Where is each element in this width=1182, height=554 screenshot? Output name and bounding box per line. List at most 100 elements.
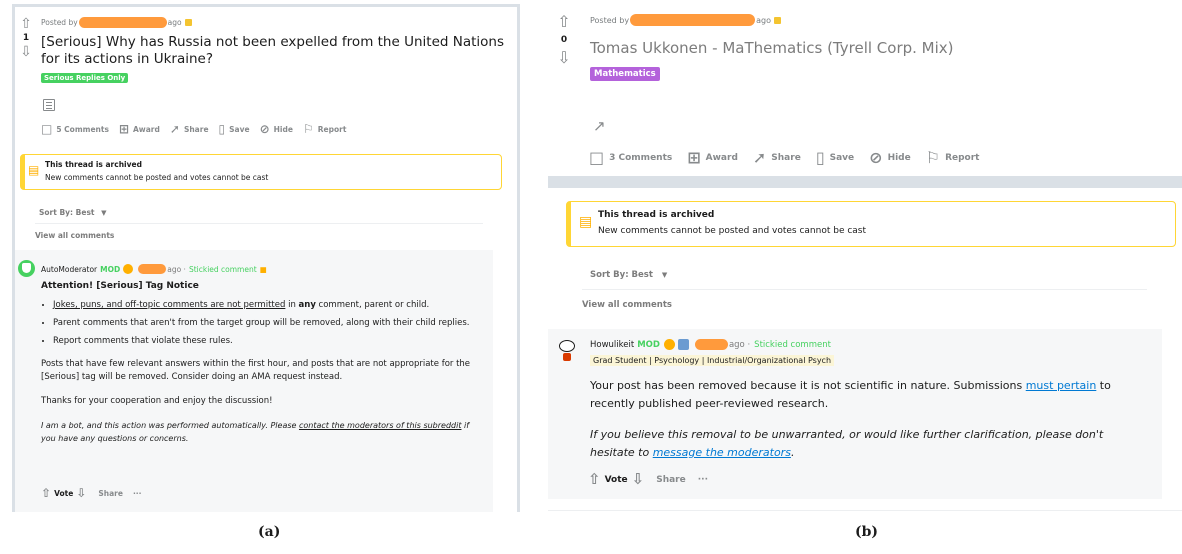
shield-icon: [22, 263, 31, 273]
gift-icon: ⊞: [687, 148, 701, 167]
caret-down-icon: ▼: [661, 271, 668, 279]
list-item: Parent comments that aren't from the tar…: [53, 317, 486, 330]
emoji-flair-icon: [663, 339, 675, 350]
bot-disclaimer: I am a bot, and this action was performe…: [41, 421, 470, 443]
upvote-icon[interactable]: ⇧: [557, 14, 570, 30]
archived-subtitle: New comments cannot be posted and votes …: [598, 226, 867, 236]
sort-dropdown[interactable]: Sort By: Best ▼: [590, 270, 667, 280]
comment-header: Howulikeit MOD ago · Stickied comment: [590, 339, 831, 350]
eye-slash-icon: ⊘: [869, 148, 883, 167]
comment-time: ago ·: [728, 339, 751, 350]
post-panel-a: ⇧ 1 ⇩ Posted by ago [Serious] Why has Ru…: [12, 4, 520, 512]
sort-divider: [582, 289, 1147, 290]
share-button[interactable]: ➚ Share: [753, 148, 801, 167]
message-moderators-link[interactable]: message the moderators: [653, 446, 791, 459]
mod-badge: MOD: [637, 339, 660, 350]
post-score: 1: [22, 33, 30, 43]
list-item: Report comments that violate these rules…: [53, 335, 486, 348]
flag-icon: ⚐: [302, 122, 314, 136]
award-badge-icon: [184, 19, 192, 26]
view-all-comments-link[interactable]: View all comments: [582, 300, 672, 310]
automod-avatar[interactable]: [18, 260, 35, 277]
post-actions: □ 3 Comments ⊞ Award ➚ Share ▯ Save ⊘ Hide ⚐ R…: [589, 148, 979, 167]
archived-notice: ▤ This thread is archived New comments c…: [566, 201, 1176, 247]
upvote-icon[interactable]: ⇧: [41, 487, 51, 499]
view-all-comments-link[interactable]: View all comments: [35, 231, 114, 240]
comment-bubble-icon: □: [41, 122, 53, 136]
comment-heading: Attention! [Serious] Tag Notice: [41, 281, 199, 291]
downvote-icon[interactable]: ⇩: [20, 45, 32, 59]
post-flair[interactable]: Mathematics: [590, 67, 660, 81]
post-vote-column: ⇧ 1 ⇩: [17, 17, 35, 59]
text-post-icon[interactable]: [43, 99, 55, 111]
sort-divider: [35, 223, 483, 224]
stickied-comment: Howulikeit MOD ago · Stickied comment Gr…: [548, 329, 1162, 499]
comments-button[interactable]: □ 5 Comments: [41, 122, 109, 136]
report-button[interactable]: ⚐ Report: [303, 122, 346, 136]
snoo-avatar[interactable]: [556, 337, 578, 361]
upvote-icon[interactable]: ⇧: [588, 472, 601, 487]
post-score: 0: [560, 35, 568, 45]
vote-label: Vote: [54, 488, 74, 498]
rules-link[interactable]: must pertain: [1026, 379, 1097, 392]
archive-box-icon: ▤: [28, 163, 40, 177]
report-button[interactable]: ⚐ Report: [926, 148, 980, 167]
eye-slash-icon: ⊘: [259, 122, 270, 136]
post-meta: Posted by ago: [590, 14, 781, 26]
flag-icon: ⚐: [925, 148, 941, 167]
hide-button[interactable]: ⊘ Hide: [869, 148, 911, 167]
archive-box-icon: ▤: [579, 214, 593, 230]
save-button[interactable]: ▯ Save: [816, 148, 854, 167]
archived-subtitle: New comments cannot be posted and votes …: [45, 173, 269, 182]
comment-share-button[interactable]: Share: [656, 475, 686, 485]
vote-label: Vote: [604, 474, 628, 485]
award-badge-icon: [773, 16, 781, 24]
archived-title: This thread is archived: [45, 160, 142, 169]
redacted-timestamp: [138, 264, 167, 274]
stickied-comment: AutoModerator MOD ago · Stickied comment…: [15, 250, 493, 512]
downvote-icon[interactable]: ⇩: [557, 50, 570, 66]
post-vote-column: ⇧ 0 ⇩: [555, 14, 573, 66]
post-title[interactable]: Tomas Ukkonen - MaThematics (Tyrell Corp…: [590, 38, 1150, 58]
hide-button[interactable]: ⊘ Hide: [260, 122, 293, 136]
snoo-head-icon: [559, 340, 575, 352]
redacted-timestamp: [694, 339, 728, 350]
archived-notice: ▤ This thread is archived New comments c…: [20, 154, 502, 190]
bookmark-icon: ▯: [815, 148, 825, 167]
share-arrow-icon: ➚: [169, 122, 180, 136]
list-item: Jokes, puns, and off-topic comments are …: [53, 299, 486, 312]
downvote-icon[interactable]: ⇩: [76, 487, 86, 499]
award-button[interactable]: ⊞ Award: [687, 148, 738, 167]
redacted-username: [78, 17, 167, 28]
stickied-label: Stickied comment: [188, 264, 257, 274]
more-options-button[interactable]: ···: [698, 475, 708, 485]
more-options-button[interactable]: ···: [133, 489, 142, 498]
save-button[interactable]: ▯ Save: [219, 122, 250, 136]
award-button[interactable]: ⊞ Award: [119, 122, 160, 136]
section-separator: [548, 176, 1182, 188]
post-time: ago: [167, 18, 182, 27]
sort-dropdown[interactable]: Sort By: Best ▼: [39, 208, 107, 217]
comment-paragraph: If you believe this removal to be unwarr…: [590, 428, 1104, 459]
rules-list: Jokes, puns, and off-topic comments are …: [41, 299, 486, 348]
comment-author[interactable]: Howulikeit: [590, 340, 634, 350]
comments-button[interactable]: □ 3 Comments: [589, 148, 672, 167]
downvote-icon[interactable]: ⇩: [632, 472, 645, 487]
rules-link[interactable]: Jokes, puns, and off-topic comments are …: [53, 300, 285, 310]
caption-b: (b): [855, 524, 879, 540]
comment-actions: ⇧ Vote ⇩ Share ···: [41, 487, 142, 499]
comment-paragraph: Your post has been removed because it is…: [590, 379, 1111, 410]
external-link-icon[interactable]: ↗: [593, 117, 606, 135]
share-button[interactable]: ➚ Share: [170, 122, 209, 136]
post-flair[interactable]: Serious Replies Only: [41, 73, 129, 83]
post-title[interactable]: [Serious] Why has Russia not been expell…: [41, 34, 511, 68]
post-meta: Posted by ago: [41, 17, 192, 28]
redacted-username: [630, 14, 756, 26]
contact-moderators-link[interactable]: contact the moderators of this subreddit: [299, 421, 462, 430]
comment-share-button[interactable]: Share: [98, 489, 123, 498]
lock-icon: ■: [259, 264, 267, 274]
upvote-icon[interactable]: ⇧: [20, 17, 32, 31]
comment-author[interactable]: AutoModerator: [41, 265, 97, 274]
bottom-divider: [548, 510, 1182, 511]
gift-icon: ⊞: [118, 122, 129, 136]
